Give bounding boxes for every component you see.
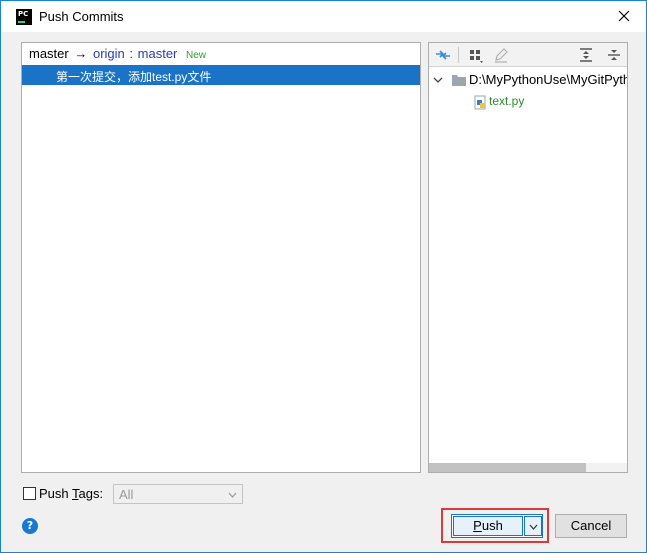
commits-panel: master → origin : master New 第一次提交，添加tes… (21, 42, 421, 473)
push-button-group: Push (451, 514, 543, 538)
chevron-down-icon[interactable] (433, 75, 443, 85)
window-title: Push Commits (39, 9, 124, 24)
push-arrow: → (74, 46, 88, 61)
pycharm-app-icon: PC (16, 9, 32, 25)
collapse-all-icon[interactable] (605, 46, 623, 64)
changed-files-panel: D:\MyPythonUse\MyGitPyth text.py (428, 42, 628, 473)
app-icon-text: PC (18, 10, 29, 18)
tree-file-item[interactable]: text.py (429, 92, 627, 112)
group-by-icon[interactable] (467, 46, 485, 64)
scrollbar-thumb[interactable] (429, 463, 586, 472)
root-folder-label: D:\MyPythonUse\MyGitPyth (469, 72, 627, 87)
tree-root-folder[interactable]: D:\MyPythonUse\MyGitPyth (429, 70, 627, 90)
push-tags-checkbox[interactable] (23, 487, 36, 500)
branch-row[interactable]: master → origin : master New (22, 43, 420, 64)
push-commits-dialog: PC Push Commits master → origin : master… (0, 0, 647, 553)
push-options-dropdown[interactable] (524, 516, 542, 536)
horizontal-scrollbar[interactable] (429, 463, 627, 472)
python-file-icon (474, 95, 486, 110)
commit-item[interactable]: 第一次提交，添加test.py文件 (22, 65, 420, 85)
cancel-button[interactable]: Cancel (555, 514, 627, 538)
file-name-label: text.py (489, 94, 525, 108)
local-branch: master (29, 46, 69, 61)
tags-select[interactable]: All (113, 484, 243, 504)
close-icon (618, 10, 630, 22)
branch-separator: : (129, 46, 134, 61)
target-branch[interactable]: master (138, 46, 178, 61)
remote-name[interactable]: origin (93, 46, 125, 61)
title-bar: PC Push Commits (1, 1, 646, 32)
push-tags-label: Push Tags: (39, 486, 104, 501)
tags-select-value: All (119, 487, 134, 502)
edit-icon[interactable] (492, 46, 510, 64)
push-button[interactable]: Push (453, 516, 523, 536)
new-branch-badge: New (186, 50, 207, 61)
show-diff-icon[interactable] (434, 46, 452, 64)
files-toolbar (429, 43, 627, 67)
help-button[interactable]: ? (22, 518, 38, 534)
chevron-down-icon (529, 524, 538, 530)
close-button[interactable] (602, 1, 646, 32)
chevron-down-icon (228, 492, 237, 498)
expand-all-icon[interactable] (577, 46, 595, 64)
folder-icon (452, 75, 466, 86)
